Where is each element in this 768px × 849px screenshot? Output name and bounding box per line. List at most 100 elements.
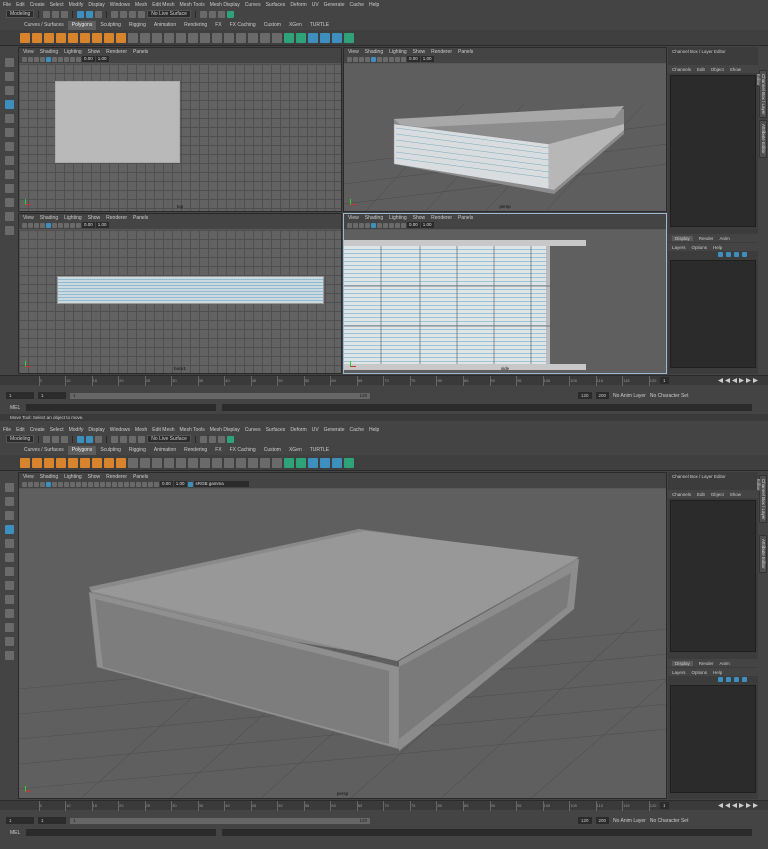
lights-icon[interactable]: [383, 222, 388, 228]
shelf-tab-fx-caching[interactable]: FX Caching: [226, 21, 260, 30]
exposure-field[interactable]: 0.00: [407, 56, 420, 62]
grid-icon[interactable]: [359, 222, 364, 228]
xray-icon[interactable]: [70, 56, 75, 62]
separate-icon[interactable]: [140, 457, 150, 468]
character-set-label[interactable]: No Character Set: [650, 818, 689, 824]
cube-uv-icon[interactable]: [320, 32, 330, 43]
layer-menu-layers[interactable]: Layers: [672, 245, 686, 250]
isolate-icon[interactable]: [76, 56, 81, 62]
panel-menu-renderer[interactable]: Renderer: [106, 474, 127, 480]
layer-tab-anim[interactable]: Anim: [720, 661, 730, 666]
layout-graph-icon[interactable]: [4, 212, 14, 221]
step-forward-icon[interactable]: [746, 378, 751, 383]
poly-torus-icon[interactable]: [80, 32, 90, 43]
menu-generate[interactable]: Generate: [324, 427, 345, 433]
extrude-icon[interactable]: [164, 32, 174, 43]
select-tool-icon[interactable]: [4, 483, 14, 492]
menu-mesh[interactable]: Mesh: [135, 427, 147, 433]
auto-map-icon[interactable]: [260, 32, 270, 43]
viewport-canvas[interactable]: persp: [19, 489, 666, 798]
menu-display[interactable]: Display: [88, 427, 104, 433]
poly-cube-icon[interactable]: [32, 457, 42, 468]
lights-icon[interactable]: [58, 481, 63, 487]
auto-map-icon[interactable]: [260, 457, 270, 468]
panel-menu-panels[interactable]: Panels: [133, 49, 148, 55]
layer-tab-render[interactable]: Render: [699, 661, 714, 666]
anim-layer-label[interactable]: No Anim Layer: [613, 393, 646, 399]
panel-menu-show[interactable]: Show: [88, 49, 101, 55]
poly-platonic-icon[interactable]: [104, 32, 114, 43]
layer-tab-anim[interactable]: Anim: [720, 236, 730, 241]
exposure-field[interactable]: 0.00: [82, 56, 95, 62]
single-view-icon[interactable]: [4, 581, 14, 590]
layer-list[interactable]: [670, 260, 756, 368]
menu-help[interactable]: Help: [369, 2, 379, 8]
motion-blur-icon[interactable]: [106, 481, 111, 487]
menu-file[interactable]: File: [3, 427, 11, 433]
viewport-canvas[interactable]: persp: [344, 64, 666, 211]
snap-grid-icon[interactable]: [111, 10, 119, 18]
pan-zoom-icon[interactable]: [148, 481, 153, 487]
shelf-tab-curves[interactable]: Curves / Surfaces: [20, 446, 68, 455]
select-object-icon[interactable]: [86, 10, 94, 18]
time-slider[interactable]: 5 10 15 20 25 30 35 40 45 50 55 60 65 70 75 80 85 90 95 100…: [0, 800, 768, 811]
wireframe-icon[interactable]: [40, 222, 45, 228]
time-slider[interactable]: 5 10 15 20 25 30 35 40 45 50 55 60 65 70 75 80 85 90 95 100…: [0, 375, 768, 386]
poly-plane-icon[interactable]: [68, 457, 78, 468]
menu-modify[interactable]: Modify: [69, 2, 84, 8]
layout-graph-icon[interactable]: [4, 637, 14, 646]
panel-menu-show[interactable]: Show: [413, 215, 426, 221]
poly-cylinder-icon[interactable]: [44, 32, 54, 43]
channel-list[interactable]: [670, 75, 756, 227]
color-management-icon[interactable]: [187, 481, 193, 487]
isolate-icon[interactable]: [401, 56, 406, 62]
smooth-shade-icon[interactable]: [371, 222, 376, 228]
planar-map-icon[interactable]: [248, 457, 258, 468]
field-chart-icon[interactable]: [130, 481, 135, 487]
menu-windows[interactable]: Windows: [110, 2, 130, 8]
character-set-label[interactable]: No Character Set: [650, 393, 689, 399]
layout-outliner-icon[interactable]: [4, 623, 14, 632]
boolean-union-icon[interactable]: [284, 32, 294, 43]
viewport-back[interactable]: View Shading Lighting Show Renderer Pane…: [18, 213, 342, 374]
menu-edit[interactable]: Edit: [16, 427, 25, 433]
xray-icon[interactable]: [395, 222, 400, 228]
isolate-icon[interactable]: [401, 222, 406, 228]
menu-deform[interactable]: Deform: [290, 427, 306, 433]
layout-hypershade-icon[interactable]: [4, 226, 14, 235]
edge-loop-icon[interactable]: [224, 457, 234, 468]
xray-icon[interactable]: [70, 222, 75, 228]
wireframe-icon[interactable]: [365, 222, 370, 228]
target-weld-icon[interactable]: [212, 457, 222, 468]
panel-menu-shading[interactable]: Shading: [40, 215, 58, 221]
range-slider[interactable]: 1 120: [70, 817, 370, 824]
playback-end-field[interactable]: 120: [578, 392, 592, 399]
shelf-tab-polygons[interactable]: Polygons: [67, 21, 97, 30]
side-tab-channel-box[interactable]: Channel Box / Layer Editor: [756, 70, 767, 118]
wireframe-icon[interactable]: [40, 481, 45, 487]
render-icon[interactable]: [199, 435, 207, 443]
wireframe-icon[interactable]: [365, 56, 370, 62]
aa-icon[interactable]: [88, 481, 93, 487]
cube-uv-icon[interactable]: [320, 457, 330, 468]
textured-icon[interactable]: [52, 56, 57, 62]
retopo-icon[interactable]: [344, 32, 354, 43]
shelf-tab-rendering[interactable]: Rendering: [180, 21, 211, 30]
lasso-tool-icon[interactable]: [4, 72, 14, 81]
layer-menu-layers[interactable]: Layers: [672, 670, 686, 675]
live-surface-field[interactable]: No Live Surface: [147, 435, 191, 443]
panel-menu-renderer[interactable]: Renderer: [106, 49, 127, 55]
textured-icon[interactable]: [52, 222, 57, 228]
menu-surfaces[interactable]: Surfaces: [266, 427, 286, 433]
shelf-tab-animation[interactable]: Animation: [150, 446, 180, 455]
cut-uv-icon[interactable]: [272, 32, 282, 43]
snap-surface-icon[interactable]: [138, 435, 146, 443]
menu-edit[interactable]: Edit: [16, 2, 25, 8]
shadows-icon[interactable]: [389, 222, 394, 228]
layer-down-icon[interactable]: [726, 252, 731, 257]
hud-icon[interactable]: [82, 481, 87, 487]
lights-icon[interactable]: [58, 56, 63, 62]
book-pages-back[interactable]: [57, 276, 324, 304]
panel-menu-shading[interactable]: Shading: [365, 215, 383, 221]
play-forward-icon[interactable]: [739, 378, 744, 383]
